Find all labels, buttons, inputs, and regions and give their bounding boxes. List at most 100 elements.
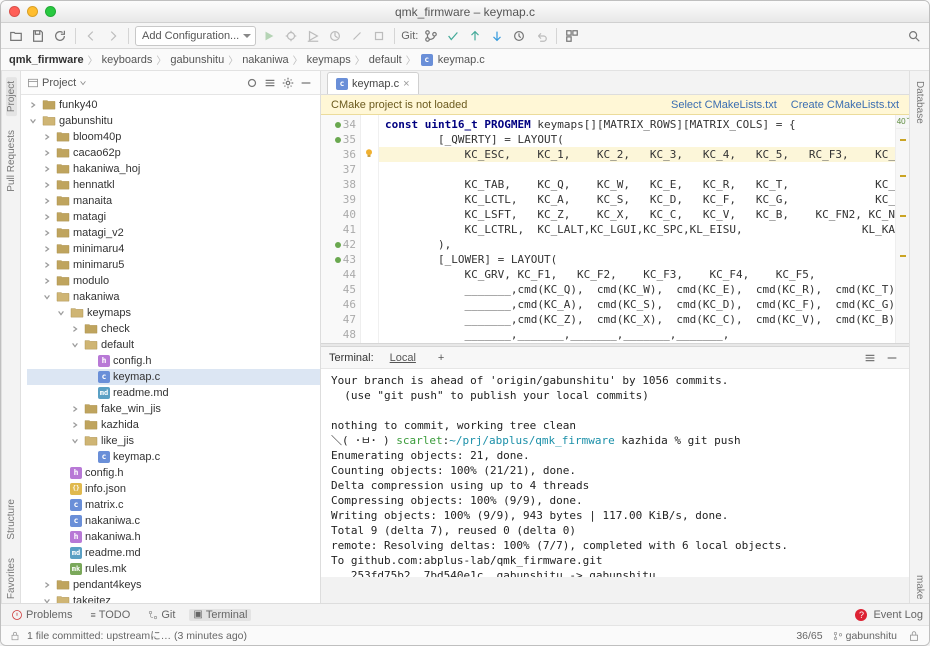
tree-chevron-icon[interactable] <box>71 340 81 350</box>
terminal-tool-button[interactable]: ▣Terminal <box>189 609 251 621</box>
tree-folder[interactable]: cacao62p <box>27 145 320 161</box>
tree-chevron-icon[interactable] <box>71 420 81 430</box>
crumb-1[interactable]: keyboards <box>102 54 153 66</box>
git-commit-icon[interactable] <box>444 27 462 45</box>
search-everywhere-icon[interactable] <box>905 27 923 45</box>
crumb-3[interactable]: nakaniwa <box>242 54 288 66</box>
create-cmakelists-link[interactable]: Create CMakeLists.txt <box>791 99 899 111</box>
event-log-button[interactable]: Event Log <box>873 609 923 621</box>
terminal-add-tab[interactable]: + <box>432 350 450 366</box>
terminal-hide-icon[interactable] <box>883 349 901 367</box>
tree-chevron-icon[interactable] <box>29 116 39 126</box>
tree-folder[interactable]: default <box>27 337 320 353</box>
status-lock-icon-2[interactable] <box>907 629 921 643</box>
tree-chevron-icon[interactable] <box>43 276 53 286</box>
tree-view-selector[interactable]: Project <box>27 77 87 89</box>
tree-expand-all-icon[interactable] <box>262 75 278 91</box>
tree-folder[interactable]: keymaps <box>27 305 320 321</box>
open-icon[interactable] <box>7 27 25 45</box>
tree-folder[interactable]: modulo <box>27 273 320 289</box>
tree-folder[interactable]: nakaniwa <box>27 289 320 305</box>
tree-chevron-icon[interactable] <box>43 228 53 238</box>
git-history-icon[interactable] <box>510 27 528 45</box>
git-branch-icon[interactable] <box>422 27 440 45</box>
crumb-2[interactable]: gabunshitu <box>170 54 224 66</box>
pull-requests-tool-button[interactable]: Pull Requests <box>6 126 17 196</box>
git-rollback-icon[interactable] <box>532 27 550 45</box>
editor-right-gutter[interactable]: 40 ˇ <box>895 115 909 343</box>
crumb-file[interactable]: keymap.c <box>438 54 485 66</box>
select-cmakelists-link[interactable]: Select CMakeLists.txt <box>671 99 777 111</box>
tree-folder[interactable]: manaita <box>27 193 320 209</box>
tree-file[interactable]: ckeymap.c <box>27 449 320 465</box>
tree-chevron-icon[interactable] <box>43 260 53 270</box>
tree-select-opened-icon[interactable] <box>244 75 260 91</box>
tree-file[interactable]: ckeymap.c <box>27 369 320 385</box>
tree-folder[interactable]: hakaniwa_hoj <box>27 161 320 177</box>
tree-chevron-icon[interactable] <box>43 292 53 302</box>
tree-folder[interactable]: matagi <box>27 209 320 225</box>
database-tool-button[interactable]: Database <box>914 77 925 128</box>
tree-chevron-icon[interactable] <box>57 308 67 318</box>
tree-file[interactable]: mkrules.mk <box>27 561 320 577</box>
nav-back-icon[interactable] <box>82 27 100 45</box>
tree-chevron-icon[interactable] <box>43 596 53 603</box>
caret-position[interactable]: 36/65 <box>796 630 822 642</box>
tree-folder[interactable]: check <box>27 321 320 337</box>
status-message[interactable]: 1 file committed: upstreamに… (3 minutes … <box>27 628 247 643</box>
run-config-dropdown[interactable]: Add Configuration... <box>135 26 256 46</box>
tree-file[interactable]: cnakaniwa.c <box>27 513 320 529</box>
git-push-icon[interactable] <box>466 27 484 45</box>
project-tool-button[interactable]: Project <box>6 77 17 116</box>
zoom-window-button[interactable] <box>45 6 56 17</box>
nav-forward-icon[interactable] <box>104 27 122 45</box>
git-update-icon[interactable] <box>488 27 506 45</box>
tree-folder[interactable]: pendant4keys <box>27 577 320 593</box>
project-structure-icon[interactable] <box>563 27 581 45</box>
structure-tool-button[interactable]: Structure <box>6 495 17 544</box>
tree-file[interactable]: hconfig.h <box>27 353 320 369</box>
tree-file[interactable]: hconfig.h <box>27 465 320 481</box>
code-editor[interactable]: 343536373839404142434445464748 const uin… <box>321 115 909 343</box>
save-all-icon[interactable] <box>29 27 47 45</box>
terminal-settings-icon[interactable] <box>861 349 879 367</box>
tree-file[interactable]: cmatrix.c <box>27 497 320 513</box>
terminal-output[interactable]: Your branch is ahead of 'origin/gabunshi… <box>321 369 909 577</box>
tree-folder[interactable]: kazhida <box>27 417 320 433</box>
attach-icon[interactable] <box>348 27 366 45</box>
crumb-5[interactable]: default <box>369 54 402 66</box>
tree-chevron-icon[interactable] <box>43 580 53 590</box>
git-tool-button[interactable]: Git <box>144 609 179 621</box>
tree-file[interactable]: {}info.json <box>27 481 320 497</box>
make-tool-button[interactable]: make <box>914 571 925 603</box>
tree-folder[interactable]: fake_win_jis <box>27 401 320 417</box>
crumb-4[interactable]: keymaps <box>307 54 351 66</box>
tree-folder[interactable]: gabunshitu <box>27 113 320 129</box>
tree-file[interactable]: mdreadme.md <box>27 545 320 561</box>
profile-icon[interactable] <box>326 27 344 45</box>
tree-folder[interactable]: bloom40p <box>27 129 320 145</box>
tree-chevron-icon[interactable] <box>43 180 53 190</box>
problems-tool-button[interactable]: Problems <box>7 609 76 621</box>
project-tree[interactable]: funky40gabunshitubloom40pcacao62phakaniw… <box>21 95 320 603</box>
tree-folder[interactable]: hennatkl <box>27 177 320 193</box>
git-branch-status[interactable]: gabunshitu <box>833 630 897 642</box>
tree-chevron-icon[interactable] <box>29 100 39 110</box>
tree-folder[interactable]: minimaru4 <box>27 241 320 257</box>
tree-chevron-icon[interactable] <box>43 132 53 142</box>
tree-folder[interactable]: takeitez <box>27 593 320 603</box>
tree-file[interactable]: mdreadme.md <box>27 385 320 401</box>
tree-chevron-icon[interactable] <box>71 404 81 414</box>
tree-folder[interactable]: matagi_v2 <box>27 225 320 241</box>
tree-folder[interactable]: minimaru5 <box>27 257 320 273</box>
debug-icon[interactable] <box>282 27 300 45</box>
tree-chevron-icon[interactable] <box>43 164 53 174</box>
coverage-icon[interactable] <box>304 27 322 45</box>
reload-icon[interactable] <box>51 27 69 45</box>
run-icon[interactable] <box>260 27 278 45</box>
tree-folder[interactable]: like_jis <box>27 433 320 449</box>
favorites-tool-button[interactable]: Favorites <box>6 554 17 603</box>
tree-folder[interactable]: funky40 <box>27 97 320 113</box>
tree-chevron-icon[interactable] <box>71 436 81 446</box>
terminal-tab-local[interactable]: Local <box>384 350 422 366</box>
